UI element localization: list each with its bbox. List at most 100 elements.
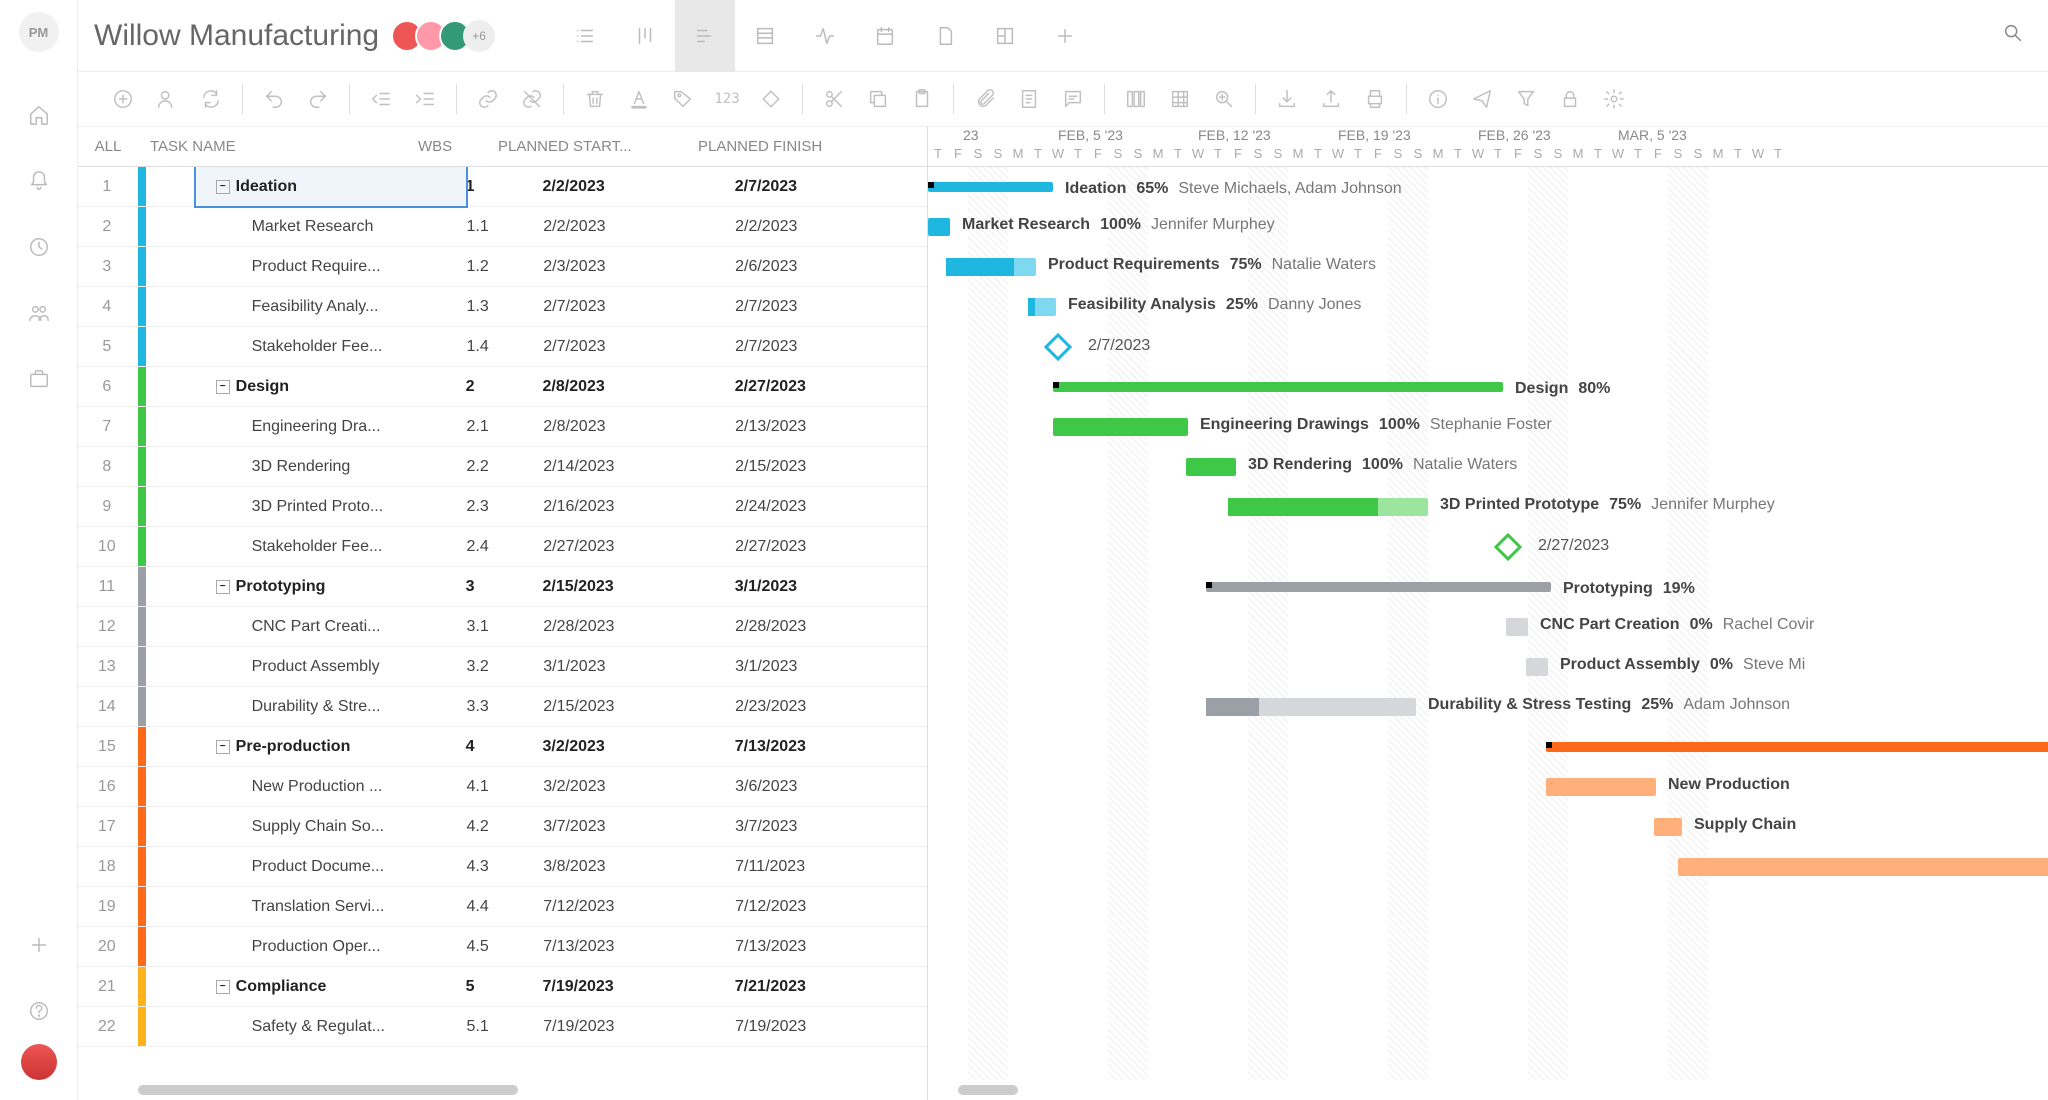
format-number-icon[interactable]: 123 [712,84,742,114]
note-icon[interactable] [1014,84,1044,114]
tab-board[interactable] [615,0,675,72]
task-row[interactable]: 3Product Require...1.22/3/20232/6/2023 [78,247,927,287]
lock-icon[interactable] [1555,84,1585,114]
task-row[interactable]: 16New Production ...4.13/2/20233/6/2023 [78,767,927,807]
tag-icon[interactable] [668,84,698,114]
briefcase-icon[interactable] [24,364,54,394]
cut-icon[interactable] [819,84,849,114]
task-row[interactable]: 5Stakeholder Fee...1.42/7/20232/7/2023 [78,327,927,367]
project-members[interactable]: +6 [399,20,495,52]
comment-icon[interactable] [1058,84,1088,114]
task-row[interactable]: 12CNC Part Creati...3.12/28/20232/28/202… [78,607,927,647]
attach-icon[interactable] [970,84,1000,114]
collapse-icon[interactable]: − [216,380,230,394]
task-row[interactable]: 17Supply Chain So...4.23/7/20233/7/2023 [78,807,927,847]
gantt-bar[interactable] [1678,858,2048,876]
collapse-icon[interactable]: − [216,580,230,594]
unlink-icon[interactable] [517,84,547,114]
tab-file[interactable] [915,0,975,72]
indent-icon[interactable] [410,84,440,114]
filter-icon[interactable] [1511,84,1541,114]
milestone-diamond[interactable] [1044,333,1072,361]
copy-icon[interactable] [863,84,893,114]
collapse-icon[interactable]: − [216,180,230,194]
refresh-icon[interactable] [196,84,226,114]
outdent-icon[interactable] [366,84,396,114]
col-wbs[interactable]: WBS [418,138,498,155]
task-row[interactable]: 20Production Oper...4.57/13/20237/13/202… [78,927,927,967]
zoom-icon[interactable] [1209,84,1239,114]
gantt-bar[interactable]: Product Requirements75%Natalie Waters [946,258,1036,276]
col-all[interactable]: ALL [78,138,138,155]
send-icon[interactable] [1467,84,1497,114]
tab-activity[interactable] [795,0,855,72]
milestone-diamond[interactable] [1494,533,1522,561]
task-row[interactable]: 14Durability & Stre...3.32/15/20232/23/2… [78,687,927,727]
tab-gantt[interactable] [675,0,735,72]
import-icon[interactable] [1272,84,1302,114]
paste-icon[interactable] [907,84,937,114]
collapse-icon[interactable]: − [216,740,230,754]
gantt-hscroll[interactable] [928,1080,2048,1100]
task-row[interactable]: 10Stakeholder Fee...2.42/27/20232/27/202… [78,527,927,567]
gantt-bar[interactable]: Engineering Drawings100%Stephanie Foster [1053,418,1188,436]
collapse-icon[interactable]: − [216,980,230,994]
gantt-bar[interactable]: Market Research100%Jennifer Murphey [928,218,950,236]
col-name[interactable]: TASK NAME [138,138,418,155]
task-row[interactable]: 13Product Assembly3.23/1/20233/1/2023 [78,647,927,687]
task-row[interactable]: 21−Compliance57/19/20237/21/2023 [78,967,927,1007]
bell-icon[interactable] [24,166,54,196]
gantt-bar[interactable]: Feasibility Analysis25%Danny Jones [1028,298,1056,316]
undo-icon[interactable] [259,84,289,114]
tab-dashboard[interactable] [975,0,1035,72]
task-row[interactable]: 18Product Docume...4.33/8/20237/11/2023 [78,847,927,887]
gantt-bar[interactable]: Durability & Stress Testing25%Adam Johns… [1206,698,1416,716]
export-icon[interactable] [1316,84,1346,114]
table-hscroll[interactable] [78,1080,927,1100]
gantt-bar[interactable]: CNC Part Creation0%Rachel Covir [1506,618,1528,636]
columns-icon[interactable] [1121,84,1151,114]
settings-icon[interactable] [1599,84,1629,114]
task-row[interactable]: 2Market Research1.12/2/20232/2/2023 [78,207,927,247]
col-finish[interactable]: PLANNED FINISH [698,138,898,155]
clock-icon[interactable] [24,232,54,262]
grid-icon[interactable] [1165,84,1195,114]
gantt-bar[interactable]: 3D Printed Prototype75%Jennifer Murphey [1228,498,1428,516]
task-row[interactable]: 4Feasibility Analy...1.32/7/20232/7/2023 [78,287,927,327]
milestone-icon[interactable] [756,84,786,114]
gantt-bar[interactable]: Prototyping19% [1206,582,1551,592]
app-logo[interactable]: PM [19,12,59,52]
task-row[interactable]: 93D Printed Proto...2.32/16/20232/24/202… [78,487,927,527]
assign-icon[interactable] [152,84,182,114]
task-row[interactable]: 1−Ideation12/2/20232/7/2023 [78,167,927,207]
task-row[interactable]: 22Safety & Regulat...5.17/19/20237/19/20… [78,1007,927,1047]
gantt-bar[interactable]: 3D Rendering100%Natalie Waters [1186,458,1236,476]
user-avatar[interactable] [21,1044,57,1080]
gantt-bar[interactable]: Ideation65%Steve Michaels, Adam Johnson [928,182,1053,192]
print-icon[interactable] [1360,84,1390,114]
redo-icon[interactable] [303,84,333,114]
tab-list[interactable] [555,0,615,72]
home-icon[interactable] [24,100,54,130]
task-row[interactable]: 83D Rendering2.22/14/20232/15/2023 [78,447,927,487]
link-icon[interactable] [473,84,503,114]
info-icon[interactable] [1423,84,1453,114]
task-row[interactable]: 11−Prototyping32/15/20233/1/2023 [78,567,927,607]
tab-sheet[interactable] [735,0,795,72]
tab-add[interactable] [1035,0,1095,72]
gantt-bar[interactable]: Supply Chain [1654,818,1682,836]
gantt-bar[interactable]: Product Assembly0%Steve Mi [1526,658,1548,676]
gantt-bar[interactable]: Design80% [1053,382,1503,392]
plus-icon[interactable] [24,930,54,960]
delete-icon[interactable] [580,84,610,114]
task-row[interactable]: 7Engineering Dra...2.12/8/20232/13/2023 [78,407,927,447]
gantt-body[interactable]: Ideation65%Steve Michaels, Adam Johnson M… [928,167,2048,1080]
people-icon[interactable] [24,298,54,328]
members-overflow[interactable]: +6 [463,20,495,52]
gantt-bar[interactable]: New Production [1546,778,1656,796]
help-icon[interactable] [24,996,54,1026]
tab-calendar[interactable] [855,0,915,72]
task-row[interactable]: 15−Pre-production43/2/20237/13/2023 [78,727,927,767]
add-task-icon[interactable] [108,84,138,114]
search-icon[interactable] [1994,14,2032,57]
